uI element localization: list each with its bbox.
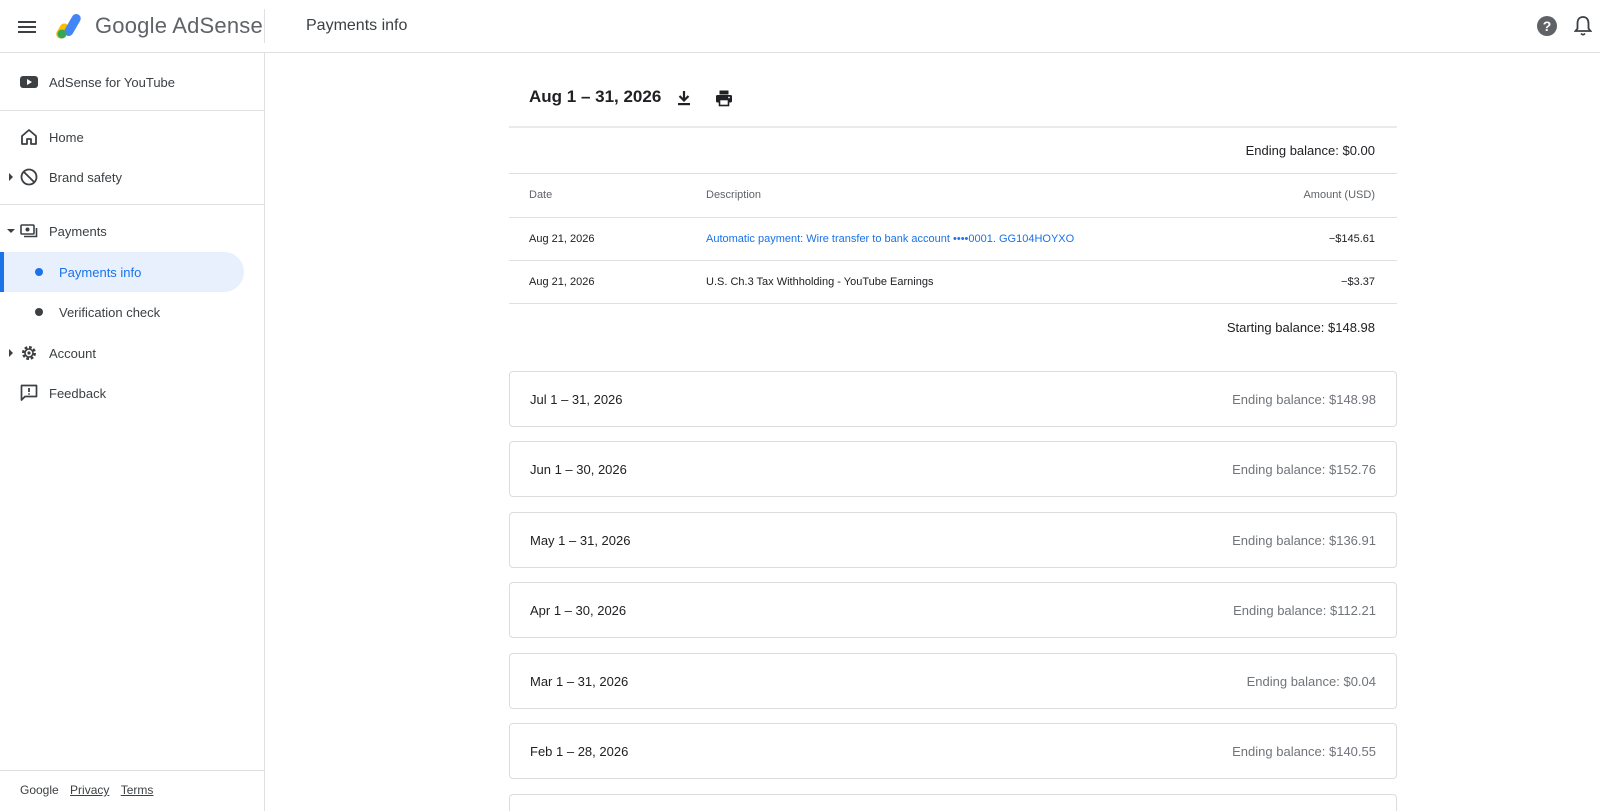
sidebar-item-payments-info[interactable]: Payments info <box>0 252 244 292</box>
sidebar-item-account[interactable]: Account <box>0 333 265 373</box>
help-icon[interactable]: ? <box>1537 16 1557 36</box>
period-label: May 1 – 31, 2026 <box>530 533 631 548</box>
sidebar: AdSense for YouTube Home Brand safety Pa… <box>0 53 265 811</box>
sidebar-item-label: Brand safety <box>49 170 122 185</box>
column-header-amount: Amount (USD) <box>1303 189 1375 201</box>
period-card[interactable] <box>509 794 1397 811</box>
row-date: Aug 21, 2026 <box>529 233 595 245</box>
bell-icon[interactable] <box>1574 15 1592 37</box>
period-card[interactable]: Jul 1 – 31, 2026 Ending balance: $148.98 <box>509 371 1397 427</box>
period-ending-balance: Ending balance: $140.55 <box>1232 744 1376 759</box>
period-card[interactable]: May 1 – 31, 2026 Ending balance: $136.91 <box>509 512 1397 568</box>
sidebar-divider <box>0 110 265 111</box>
period-label: Apr 1 – 30, 2026 <box>530 603 627 618</box>
period-label: Jun 1 – 30, 2026 <box>530 462 627 477</box>
row-amount: −$145.61 <box>1328 233 1375 245</box>
period-ending-balance: Ending balance: $0.04 <box>1246 674 1376 689</box>
collapse-caret-icon[interactable] <box>7 229 15 233</box>
sidebar-item-label: Verification check <box>59 305 161 320</box>
footer-google: Google <box>20 783 59 797</box>
starting-balance: Starting balance: $148.98 <box>1226 320 1375 335</box>
expand-caret-icon[interactable] <box>9 173 13 181</box>
bullet-dot-icon <box>35 268 43 276</box>
period-card[interactable]: Apr 1 – 30, 2026 Ending balance: $112.21 <box>509 582 1397 638</box>
period-card[interactable]: Mar 1 – 31, 2026 Ending balance: $0.04 <box>509 653 1397 709</box>
period-ending-balance: Ending balance: $152.76 <box>1232 462 1376 477</box>
download-icon[interactable] <box>674 88 694 108</box>
sidebar-item-home[interactable]: Home <box>0 117 265 157</box>
sidebar-item-verification-check[interactable]: Verification check <box>0 292 265 332</box>
period-label: Feb 1 – 28, 2026 <box>530 744 629 759</box>
brand-name[interactable]: Google AdSense <box>95 13 263 39</box>
payment-description-link[interactable]: Automatic payment: Wire transfer to bank… <box>706 233 1074 245</box>
active-indicator <box>0 252 4 292</box>
menu-icon[interactable] <box>18 16 40 38</box>
youtube-icon <box>19 72 39 92</box>
table-divider <box>509 173 1397 174</box>
sidebar-footer: Google Privacy Terms <box>20 783 153 797</box>
period-ending-balance: Ending balance: $136.91 <box>1232 533 1376 548</box>
column-header-description: Description <box>706 189 762 201</box>
row-date: Aug 21, 2026 <box>529 276 595 288</box>
sidebar-item-label: Payments info <box>59 265 142 280</box>
table-divider <box>509 260 1397 261</box>
period-label: Mar 1 – 31, 2026 <box>530 674 629 689</box>
header-divider <box>264 9 265 43</box>
sidebar-item-brand-safety[interactable]: Brand safety <box>0 157 265 197</box>
top-app-bar: Google AdSense Payments info ? <box>0 0 1600 53</box>
sidebar-item-feedback[interactable]: Feedback <box>0 373 265 413</box>
terms-link[interactable]: Terms <box>121 783 154 797</box>
feedback-icon <box>19 383 39 403</box>
expand-caret-icon[interactable] <box>9 349 13 357</box>
print-icon[interactable] <box>714 88 734 108</box>
current-period-title: Aug 1 – 31, 2026 <box>529 87 662 106</box>
sidebar-item-label: Feedback <box>49 386 107 401</box>
block-icon <box>19 167 39 187</box>
period-card[interactable]: Jun 1 – 30, 2026 Ending balance: $152.76 <box>509 441 1397 497</box>
current-ending-balance: Ending balance: $0.00 <box>1245 143 1375 158</box>
sidebar-divider <box>0 770 265 771</box>
period-ending-balance: Ending balance: $112.21 <box>1233 603 1376 618</box>
home-icon <box>19 127 39 147</box>
sidebar-item-label: AdSense for YouTube <box>49 75 176 90</box>
section-divider <box>509 126 1397 128</box>
sidebar-item-label: Account <box>49 346 96 361</box>
column-header-date: Date <box>529 189 553 201</box>
table-divider <box>509 303 1397 304</box>
sidebar-item-label: Home <box>49 130 84 145</box>
sidebar-divider <box>0 204 265 205</box>
sidebar-item-adsense-for-youtube[interactable]: AdSense for YouTube <box>0 62 265 102</box>
page-title: Payments info <box>306 17 408 34</box>
row-amount: −$3.37 <box>1341 276 1375 288</box>
row-description: U.S. Ch.3 Tax Withholding - YouTube Earn… <box>706 276 934 288</box>
period-label: Jul 1 – 31, 2026 <box>530 392 623 407</box>
table-divider <box>509 217 1397 218</box>
bullet-dot-icon <box>35 308 43 316</box>
period-card[interactable]: Feb 1 – 28, 2026 Ending balance: $140.55 <box>509 723 1397 779</box>
privacy-link[interactable]: Privacy <box>70 783 109 797</box>
payments-icon <box>19 221 39 241</box>
sidebar-item-payments[interactable]: Payments <box>0 211 265 251</box>
gear-icon <box>19 343 39 363</box>
adsense-logo-icon[interactable] <box>56 11 86 39</box>
period-ending-balance: Ending balance: $148.98 <box>1232 392 1376 407</box>
sidebar-item-label: Payments <box>49 224 107 239</box>
